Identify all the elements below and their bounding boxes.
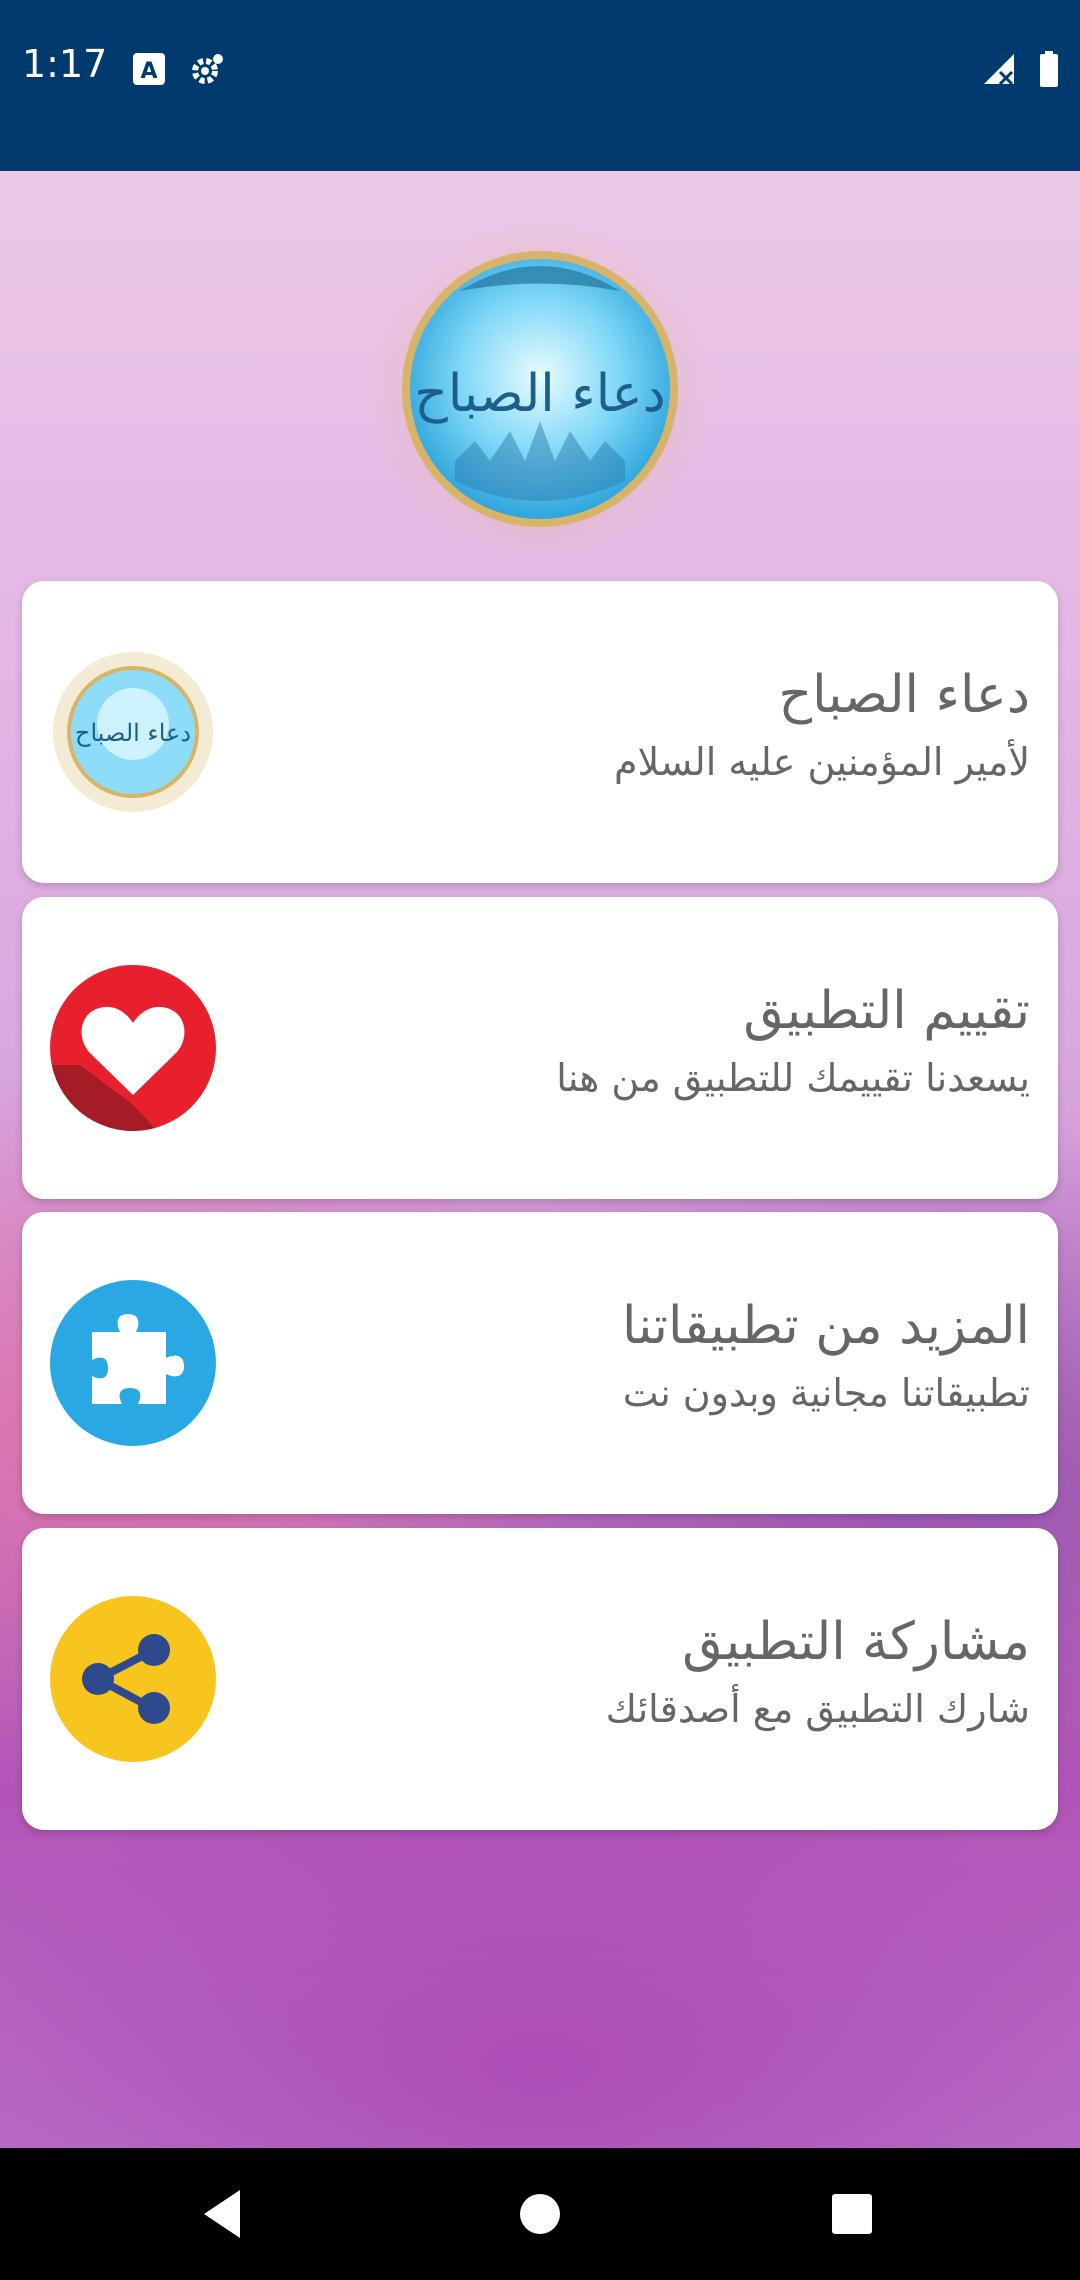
card-subtitle: يسعدنا تقييمك للتطبيق من هنا: [556, 1056, 1030, 1100]
status-time: 1:17: [22, 42, 108, 86]
card-rate-app[interactable]: تقييم التطبيق يسعدنا تقييمك للتطبيق من ه…: [22, 897, 1058, 1199]
notification-a-icon: A: [133, 53, 165, 85]
dua-logo-icon: دعاء الصباح: [370, 221, 710, 561]
card-title: المزيد من تطبيقاتنا: [622, 1296, 1030, 1356]
battery-icon: [1040, 51, 1058, 87]
card-text: المزيد من تطبيقاتنا تطبيقاتنا مجانية وبد…: [210, 1292, 1030, 1422]
back-icon[interactable]: [196, 2184, 256, 2244]
puzzle-icon: [50, 1280, 216, 1446]
card-text: مشاركة التطبيق شارك التطبيق مع أصدقائك: [210, 1608, 1030, 1738]
main-content: دعاء الصباح دعاء الصباح لأمير المؤمنين ع…: [0, 171, 1080, 2148]
share-icon: [50, 1596, 216, 1762]
svg-text:A: A: [140, 59, 157, 84]
navigation-bar: [0, 2148, 1080, 2280]
card-text: تقييم التطبيق يسعدنا تقييمك للتطبيق من ه…: [210, 977, 1030, 1107]
settings-gear-icon: [192, 54, 223, 84]
home-icon[interactable]: [510, 2184, 570, 2244]
logo-text-small: دعاء الصباح: [75, 719, 191, 747]
signal-icon: [984, 54, 1014, 86]
card-subtitle: شارك التطبيق مع أصدقائك: [605, 1687, 1030, 1731]
card-title: تقييم التطبيق: [743, 981, 1030, 1041]
card-dua[interactable]: دعاء الصباح لأمير المؤمنين عليه السلام د…: [22, 581, 1058, 883]
logo-text: دعاء الصباح: [414, 364, 666, 424]
card-subtitle: لأمير المؤمنين عليه السلام: [614, 740, 1030, 784]
card-more-apps[interactable]: المزيد من تطبيقاتنا تطبيقاتنا مجانية وبد…: [22, 1212, 1058, 1514]
card-title: مشاركة التطبيق: [682, 1612, 1030, 1672]
card-share-app[interactable]: مشاركة التطبيق شارك التطبيق مع أصدقائك: [22, 1528, 1058, 1830]
card-subtitle: تطبيقاتنا مجانية وبدون نت: [622, 1371, 1030, 1415]
card-text: دعاء الصباح لأمير المؤمنين عليه السلام: [210, 661, 1030, 791]
card-title: دعاء الصباح: [778, 665, 1031, 725]
heart-icon: [50, 965, 216, 1131]
status-bar: 1:17 A: [0, 0, 1080, 171]
dua-logo-icon: دعاء الصباح: [53, 652, 213, 812]
recents-icon[interactable]: [822, 2184, 882, 2244]
